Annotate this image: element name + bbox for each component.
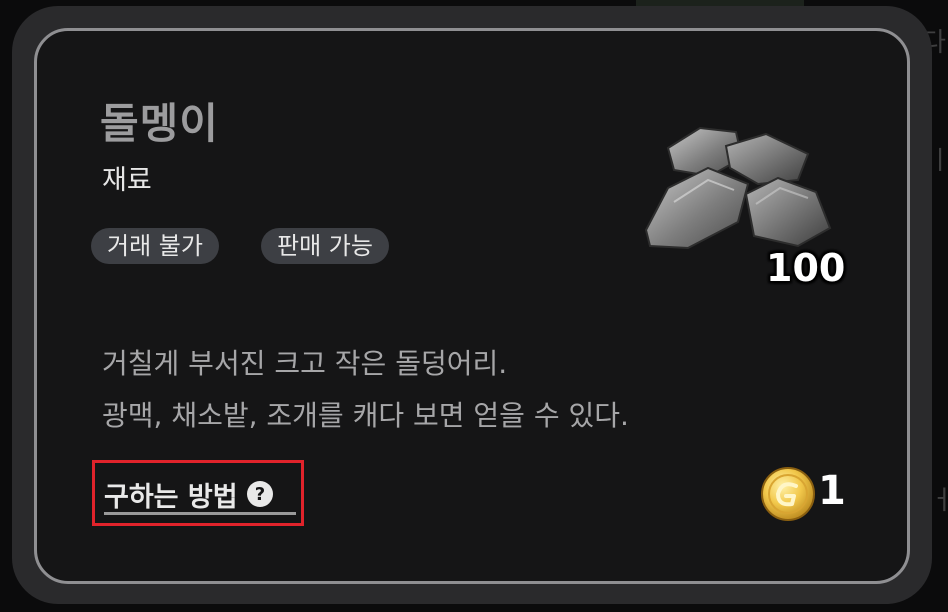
item-name: 돌멩이 [100,99,219,148]
item-count: 100 [766,246,846,290]
tag-sellable: 판매 가능 [261,228,389,264]
tag-trade-unavailable: 거래 불가 [91,228,219,264]
stone-pile-icon [644,126,832,250]
svg-text:?: ? [254,484,264,505]
gold-coin-icon [761,467,815,521]
item-category: 재료 [102,165,152,196]
how-to-obtain-label: 구하는 방법 [104,481,238,513]
sell-price: 1 [818,468,846,514]
how-to-obtain-underline [104,512,296,515]
item-description-line: 거칠게 부서진 크고 작은 돌덩어리. [102,347,508,380]
how-to-obtain-button[interactable]: 구하는 방법 ? [104,472,274,516]
background-text-fragment: ㅓ [930,486,948,516]
question-mark-icon: ? [246,481,273,507]
item-description-line: 광맥, 채소밭, 조개를 캐다 보면 얻을 수 있다. [102,399,629,432]
